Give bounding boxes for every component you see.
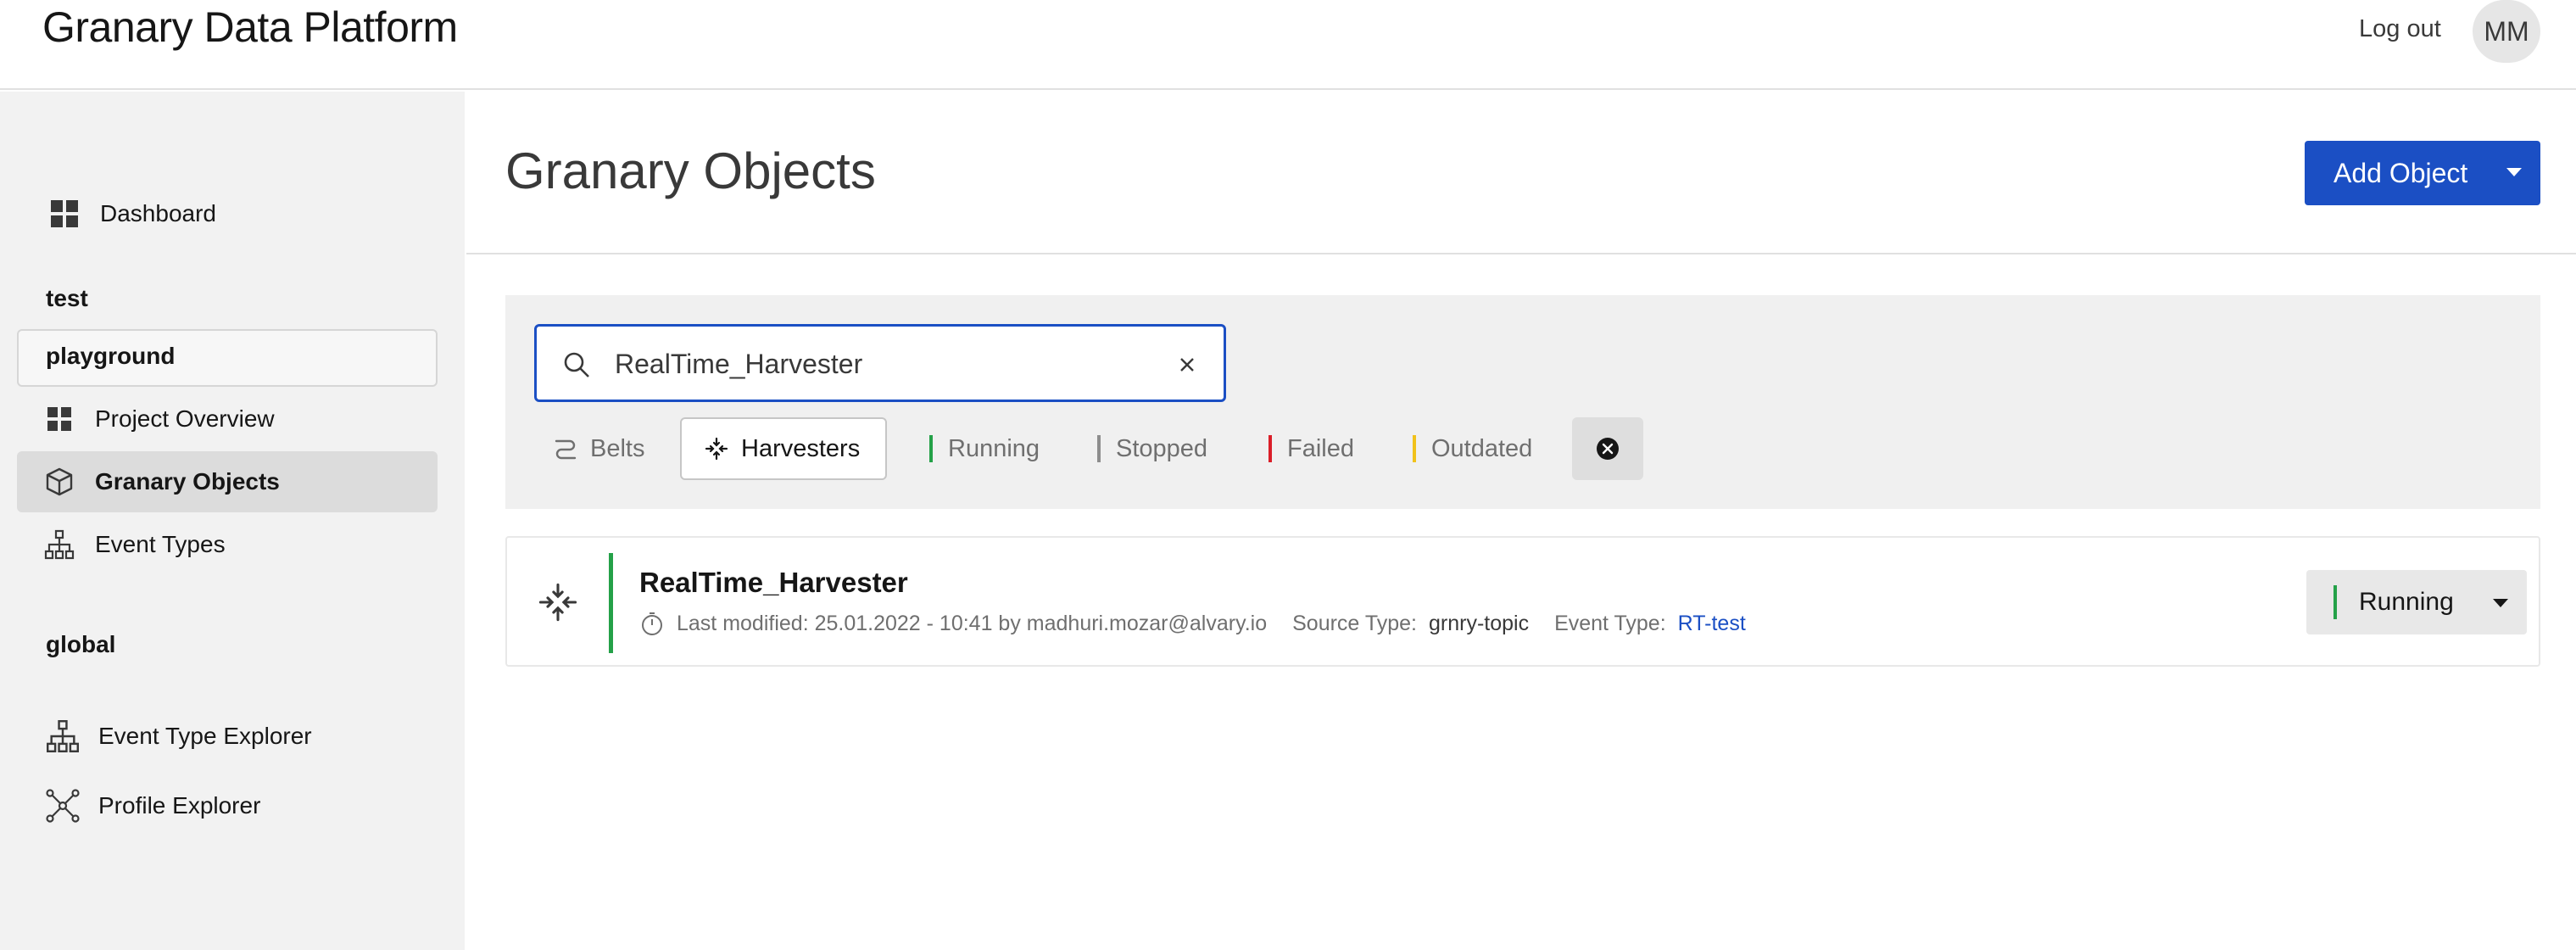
sidebar-item-profile-explorer[interactable]: Profile Explorer — [46, 780, 260, 831]
add-object-label: Add Object — [2333, 158, 2468, 188]
hierarchy-icon — [42, 528, 76, 562]
belt-icon — [553, 436, 578, 461]
harvester-icon — [704, 436, 729, 461]
sidebar-item-label: Event Type Explorer — [98, 723, 312, 749]
event-type-link[interactable]: RT-test — [1678, 612, 1746, 636]
cube-icon — [42, 465, 76, 499]
app-title: Granary Data Platform — [42, 3, 458, 51]
sidebar-item-dashboard[interactable]: Dashboard — [47, 188, 216, 239]
sidebar-item-event-types[interactable]: Event Types — [42, 519, 226, 570]
clear-circle-icon — [1597, 438, 1619, 460]
avatar[interactable]: MM — [2473, 0, 2540, 63]
filter-harvesters[interactable]: Harvesters — [680, 417, 887, 480]
source-type-label: Source Type: — [1292, 611, 1417, 635]
sidebar-item-event-type-explorer[interactable]: Event Type Explorer — [46, 711, 312, 762]
filter-outdated-label: Outdated — [1431, 434, 1533, 462]
sidebar-item-label: Profile Explorer — [98, 792, 261, 819]
search-box[interactable] — [534, 324, 1226, 402]
status-indicator-stopped — [1097, 435, 1101, 462]
harvester-icon — [538, 583, 577, 622]
object-meta: Last modified: 25.01.2022 - 10:41 by mad… — [639, 611, 1746, 636]
sidebar-item-label: Dashboard — [100, 200, 216, 226]
filter-harvesters-label: Harvesters — [741, 434, 861, 462]
sidebar-item-label: Event Types — [95, 531, 226, 557]
last-modified: Last modified: 25.01.2022 - 10:41 by mad… — [677, 611, 1268, 635]
filter-failed-label: Failed — [1287, 434, 1354, 462]
project-name: playground — [46, 343, 176, 369]
sidebar-item-label: Project Overview — [95, 405, 275, 432]
filter-outdated[interactable]: Outdated — [1413, 417, 1532, 480]
status-indicator-running — [609, 553, 613, 653]
filter-stopped-label: Stopped — [1116, 434, 1208, 462]
sidebar-item-project-overview[interactable]: Project Overview — [42, 394, 275, 444]
status-indicator-failed — [1268, 435, 1272, 462]
result-card[interactable]: RealTime_Harvester Last modified: 25.01.… — [505, 536, 2540, 667]
timer-icon — [639, 611, 665, 636]
chevron-down-icon[interactable] — [2506, 168, 2522, 176]
network-icon — [46, 789, 80, 823]
sidebar-item-label: Granary Objects — [95, 468, 280, 495]
sidebar: Dashboard test playground Project Overvi… — [0, 92, 465, 950]
chevron-down-icon — [2493, 599, 2508, 607]
hierarchy-icon — [46, 719, 80, 753]
sidebar-item-granary-objects[interactable]: Granary Objects — [17, 451, 438, 512]
top-header: Granary Data Platform Log out MM — [0, 0, 2576, 90]
section-label-global: global — [46, 631, 116, 657]
grid-icon — [42, 402, 76, 436]
status-dropdown-label: Running — [2359, 588, 2454, 616]
divider — [466, 253, 2576, 254]
source-type-value: grnry-topic — [1428, 611, 1530, 635]
filter-running[interactable]: Running — [929, 417, 1040, 480]
status-indicator-running — [929, 435, 933, 462]
search-icon — [564, 352, 589, 377]
filter-belts[interactable]: Belts — [553, 417, 644, 480]
page-title: Granary Objects — [505, 142, 876, 199]
filter-belts-label: Belts — [590, 434, 645, 462]
status-dropdown[interactable]: Running — [2306, 570, 2527, 634]
filter-running-label: Running — [948, 434, 1040, 462]
add-object-button[interactable]: Add Object — [2305, 141, 2540, 205]
search-input[interactable] — [615, 342, 1124, 386]
dashboard-icon — [47, 197, 81, 231]
event-type-label: Event Type: — [1554, 611, 1666, 635]
project-selector[interactable]: playground — [17, 329, 438, 387]
close-icon[interactable] — [1174, 352, 1200, 377]
filter-stopped[interactable]: Stopped — [1097, 417, 1207, 480]
object-name[interactable]: RealTime_Harvester — [639, 567, 908, 599]
clear-filters-button[interactable] — [1572, 417, 1643, 480]
status-indicator-running — [2333, 585, 2337, 619]
filter-failed[interactable]: Failed — [1268, 417, 1354, 480]
status-indicator-outdated — [1413, 435, 1416, 462]
logout-link[interactable]: Log out — [2359, 12, 2441, 46]
section-label-test: test — [46, 285, 88, 311]
